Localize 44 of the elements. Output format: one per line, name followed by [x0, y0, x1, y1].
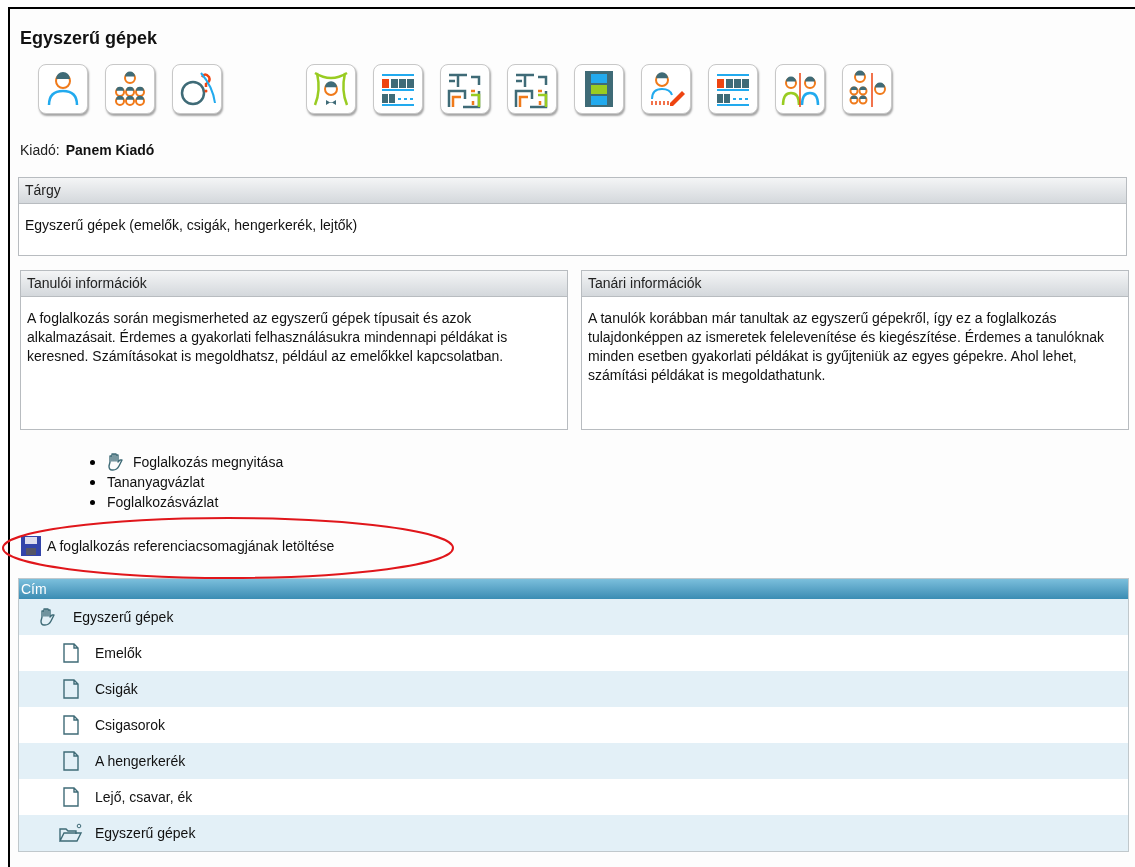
- maze-icon[interactable]: [507, 64, 557, 114]
- folder-icon: [59, 823, 83, 843]
- table-row[interactable]: A hengerkerék: [19, 743, 1128, 779]
- group-icon[interactable]: [105, 64, 155, 114]
- page-title: Egyszerű gépek: [20, 27, 159, 50]
- table-row[interactable]: Egyszerű gépek: [19, 599, 1128, 635]
- row-title: Csigasorok: [95, 715, 166, 735]
- document-icon: [62, 643, 80, 663]
- row-title: A hengerkerék: [95, 751, 186, 771]
- table-row[interactable]: Csigák: [19, 671, 1128, 707]
- text-lines-icon[interactable]: [373, 64, 423, 114]
- stage-curtain-icon[interactable]: [306, 64, 356, 114]
- document-icon: [62, 751, 80, 771]
- text-lines-icon[interactable]: [708, 64, 758, 114]
- panel-text: Egyszerű gépek (emelők, csigák, hengerkerék, lejtők): [24, 216, 359, 235]
- group-and-person-icon[interactable]: [842, 64, 892, 114]
- bullet-icon: [90, 499, 95, 505]
- publisher-name: Panem Kiadó: [65, 141, 155, 160]
- panel-header: Tanári információk: [582, 271, 1128, 297]
- person-writing-icon[interactable]: [641, 64, 691, 114]
- link[interactable]: Foglalkozásvázlat: [107, 492, 219, 512]
- person-icon[interactable]: [38, 64, 88, 114]
- panel-header: Tárgy: [19, 178, 1126, 204]
- table-row[interactable]: Egyszerű gépek: [19, 815, 1128, 851]
- panel-text: A foglalkozás során megismerheted az egyszerű gépek típusait és azok alkalmazásait. Érdemes a gyakorlati felhasználásukra mindennapi példákat is keresned. Számításokat is megoldhatsz, például az emelőkkel kapcsolatban.: [26, 309, 509, 366]
- link[interactable]: Tananyagvázlat: [107, 472, 205, 492]
- row-title: Emelők: [95, 643, 142, 663]
- panel-header: Tanulói információk: [21, 271, 567, 297]
- bullet-icon: [90, 459, 95, 465]
- bullet-icon: [90, 479, 95, 485]
- film-strip-icon[interactable]: [574, 64, 624, 114]
- maze-icon[interactable]: [440, 64, 490, 114]
- publisher-label: Kiadó:: [20, 141, 60, 160]
- panel-text: A tanulók korábban már tanultak az egyszerű gépekről, így ez a foglalkozás tulajdonképpen az ismeretek felelevenítése és kiegészítése. Érdemes a tanulóknak minden esetben gyakorlati példákat is gyűjteniük az egyes gépekre. Ahol lehet, számítási példákat is megoldathatunk.: [587, 309, 1105, 385]
- row-title: Csigák: [95, 679, 138, 699]
- document-icon: [62, 679, 80, 699]
- document-icon: [62, 715, 80, 735]
- column-header: Cím: [19, 579, 1128, 599]
- row-title: Lejő, csavar, ék: [95, 787, 193, 807]
- link[interactable]: Foglalkozás megnyitása: [133, 452, 284, 472]
- row-title: Egyszerű gépek: [95, 823, 196, 843]
- two-persons-icon[interactable]: [775, 64, 825, 114]
- document-icon: [62, 787, 80, 807]
- row-title: Egyszerű gépek: [73, 607, 174, 627]
